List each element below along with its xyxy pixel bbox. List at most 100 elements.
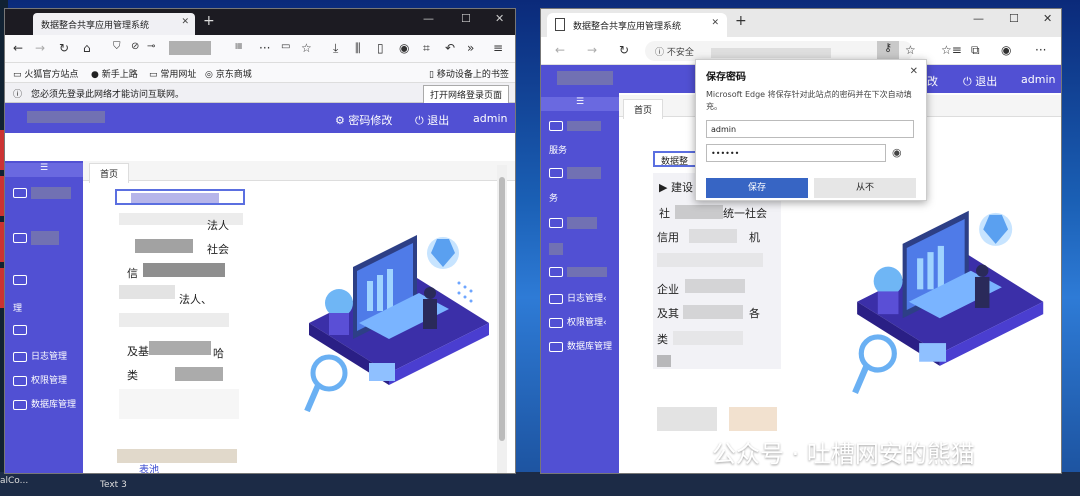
library-icon[interactable]: ⫼ xyxy=(355,41,361,56)
chart-icon xyxy=(549,121,563,131)
sidebar-item-permission[interactable]: 权限管理 xyxy=(13,373,67,386)
back-icon[interactable]: ← xyxy=(555,43,565,57)
reader-icon[interactable]: ▭ xyxy=(281,41,290,52)
reload-icon[interactable]: ↻ xyxy=(59,41,69,55)
save-button[interactable]: 保存 xyxy=(706,178,808,198)
url-redacted[interactable] xyxy=(169,41,211,55)
user-name[interactable]: admin xyxy=(473,112,507,125)
sidebar-item[interactable] xyxy=(549,167,601,179)
forward-icon[interactable]: → xyxy=(35,41,45,55)
back-icon[interactable]: ← xyxy=(13,41,23,55)
sidebar-item[interactable] xyxy=(549,243,563,255)
document-icon xyxy=(555,18,565,31)
list-fragment: 哈 xyxy=(213,347,224,360)
home-icon[interactable]: ⌂ xyxy=(83,41,91,55)
list-fragment: 法人 xyxy=(207,219,229,232)
list-fragment: 法人、 xyxy=(179,293,212,306)
list-fragment: 及基 xyxy=(127,345,149,358)
sidebar-item-database[interactable]: 数据库管理 xyxy=(13,397,76,410)
qr-icon[interactable]: ▦ xyxy=(235,41,243,50)
scrollbar-thumb[interactable] xyxy=(499,177,505,441)
overflow-icon[interactable]: » xyxy=(467,41,474,55)
sidebar-item-log[interactable]: 日志管理‹ xyxy=(549,291,607,304)
sidebar-item-permission[interactable]: 权限管理‹ xyxy=(549,315,607,328)
bookmarks-bar: ▭ 火狐官方站点 ● 新手上路 ▭ 常用网址 ◎ 京东商城 ▯ 移动设备上的书签 xyxy=(5,63,515,83)
favorites-icon[interactable]: ☆≡ xyxy=(941,43,962,57)
open-login-page-button[interactable]: 打开网络登录页面 xyxy=(422,85,509,104)
camera-off-icon[interactable]: ⊘ xyxy=(131,41,139,52)
list-header-box[interactable] xyxy=(115,189,245,205)
list-icon xyxy=(549,267,563,277)
address-bar[interactable]: ⓘ 不安全 xyxy=(645,41,913,61)
sidebar-item[interactable] xyxy=(549,121,601,132)
download-icon[interactable]: ⤓ xyxy=(333,41,338,56)
bookmark-item[interactable]: ● 新手上路 xyxy=(91,67,138,80)
favorite-star-icon[interactable]: ☆ xyxy=(905,43,916,57)
info-icon: ⓘ xyxy=(655,48,665,58)
app-logo-redacted xyxy=(557,71,613,85)
eye-icon[interactable]: ◉ xyxy=(892,146,902,159)
account-icon[interactable]: ◉ xyxy=(399,41,409,55)
not-secure-label: 不安全 xyxy=(666,48,694,58)
minimize-button[interactable]: — xyxy=(973,12,984,25)
forward-icon[interactable]: → xyxy=(587,43,597,57)
undo-icon[interactable]: ↶ xyxy=(445,41,455,55)
close-window-button[interactable]: ✕ xyxy=(1043,12,1052,25)
list-fragment: 信用 xyxy=(657,231,679,244)
key-icon[interactable]: ⚷ xyxy=(877,41,899,59)
user-name[interactable]: admin xyxy=(1021,73,1055,86)
list-header-box[interactable]: 数据整 xyxy=(653,151,701,167)
bookmark-item[interactable]: ◎ 京东商城 xyxy=(205,67,252,80)
maximize-button[interactable]: ☐ xyxy=(461,12,471,25)
more-icon[interactable]: ··· xyxy=(1035,43,1046,57)
bookmark-item[interactable]: ▭ 常用网址 xyxy=(149,67,196,80)
tab-close-icon[interactable]: ✕ xyxy=(711,18,719,28)
reload-icon[interactable]: ↻ xyxy=(619,43,629,57)
watermark-text: 公众号 · 吐槽网安的熊猫 xyxy=(712,440,975,468)
bookmark-item[interactable]: ▭ 火狐官方站点 xyxy=(13,67,78,80)
sidebar-toggle[interactable]: ☰ xyxy=(5,163,83,177)
profile-icon[interactable]: ◉ xyxy=(1001,43,1011,57)
sidebar-item[interactable] xyxy=(549,217,597,229)
sidebar-toggle[interactable]: ☰ xyxy=(541,97,619,111)
bookmark-star-icon[interactable]: ☆ xyxy=(301,41,312,55)
tab-home[interactable]: 首页 xyxy=(623,99,664,119)
list-fragment: ▶ 建设 xyxy=(659,181,693,194)
page-actions-icon[interactable]: ··· xyxy=(259,41,270,55)
password-field[interactable]: •••••• xyxy=(706,144,886,162)
sidebar-item-log[interactable]: 日志管理 xyxy=(13,349,67,362)
power-icon: ⏻ xyxy=(415,114,424,127)
close-window-button[interactable]: ✕ xyxy=(495,12,504,25)
key-icon[interactable]: ⊸ xyxy=(147,41,155,52)
never-button[interactable]: 从不 xyxy=(814,178,916,198)
collections-icon[interactable]: ⧉ xyxy=(971,43,980,58)
new-tab-button[interactable]: + xyxy=(735,13,747,29)
logout-link[interactable]: ⏻ 退出 xyxy=(963,73,997,89)
close-icon[interactable]: ✕ xyxy=(910,66,918,77)
shield-icon[interactable]: ⛉ xyxy=(113,41,121,52)
sidebar-item-database[interactable]: 数据库管理 xyxy=(549,339,612,352)
sidebar-icon[interactable]: ▯ xyxy=(377,41,384,55)
tab-home[interactable]: 首页 xyxy=(89,163,130,183)
taskbar-item-label[interactable]: Text 3 xyxy=(100,480,127,490)
sidebar-item[interactable] xyxy=(13,275,31,286)
maximize-button[interactable]: ☐ xyxy=(1009,12,1019,25)
menu-icon[interactable]: ≡ xyxy=(493,41,503,55)
sidebar-item[interactable] xyxy=(13,231,59,245)
sidebar-item[interactable] xyxy=(13,187,71,199)
list-fragment: 信 xyxy=(127,267,138,280)
browser-tab[interactable]: 数据整合共享应用管理系统 ✕ xyxy=(547,13,727,37)
password-change-link[interactable]: 改 xyxy=(927,73,938,89)
browser-tab[interactable]: 数据整合共享应用管理系统 ✕ xyxy=(33,13,195,35)
new-tab-button[interactable]: + xyxy=(203,13,215,29)
logout-link[interactable]: ⏻ 退出 xyxy=(415,112,449,128)
mobile-bookmarks[interactable]: ▯ 移动设备上的书签 xyxy=(429,67,509,80)
content-scrollbar[interactable] xyxy=(497,165,507,473)
username-field[interactable]: admin xyxy=(706,120,914,138)
sidebar-item[interactable] xyxy=(13,325,31,336)
minimize-button[interactable]: — xyxy=(423,12,434,25)
password-change-link[interactable]: ⚙ 密码修改 xyxy=(335,112,392,128)
sidebar-item[interactable] xyxy=(549,267,607,278)
tab-close-icon[interactable]: ✕ xyxy=(181,17,189,27)
screenshot-icon[interactable]: ⌗ xyxy=(423,41,430,56)
